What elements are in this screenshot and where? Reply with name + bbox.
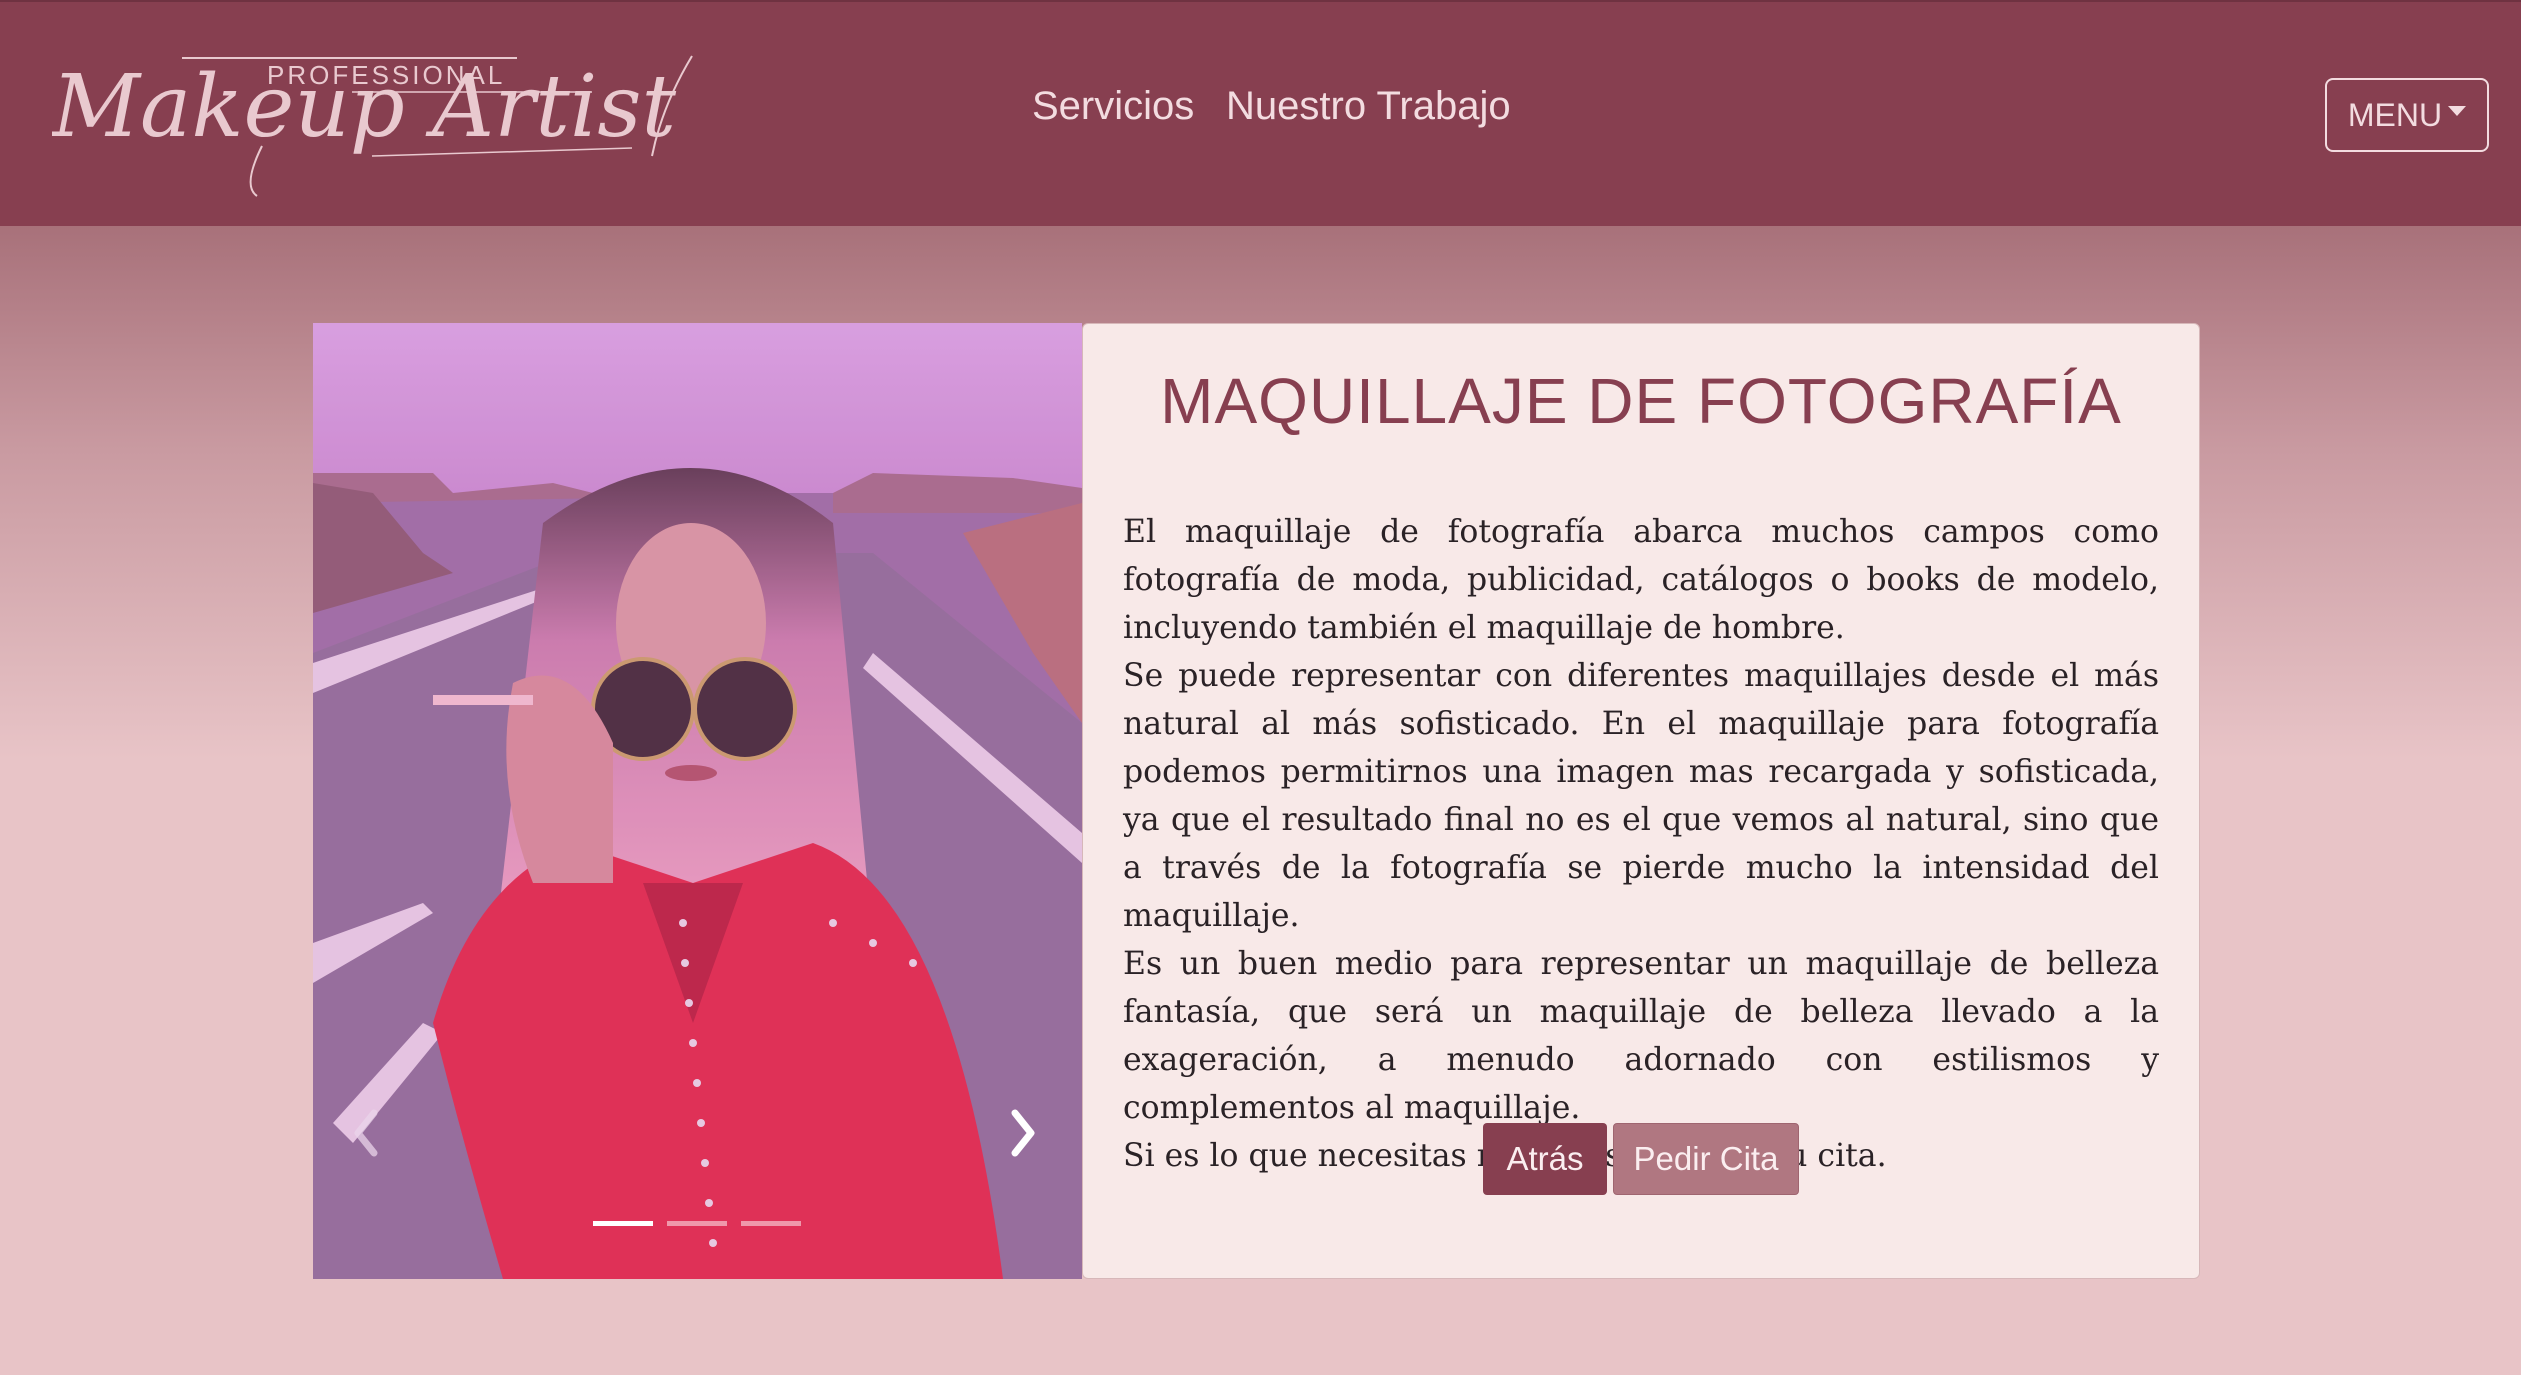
logo-script-text: Makeup Artist <box>52 57 677 157</box>
description-paragraph-3: Es un buen medio para representar un maq… <box>1123 946 2159 1126</box>
carousel-indicator-1[interactable] <box>593 1221 653 1226</box>
carousel-indicator-3[interactable] <box>741 1221 801 1226</box>
back-button[interactable]: Atrás <box>1483 1123 1607 1195</box>
image-carousel <box>313 323 1082 1279</box>
carousel-indicators <box>593 1221 801 1226</box>
top-navbar: PROFESSIONAL Makeup Artist Servicios Nue… <box>0 0 2521 226</box>
carousel-prev-button[interactable] <box>346 1103 386 1163</box>
menu-dropdown-button[interactable]: MENU <box>2325 78 2489 152</box>
carousel-next-button[interactable] <box>1003 1103 1043 1163</box>
nav-link-nuestro-trabajo[interactable]: Nuestro Trabajo <box>1226 84 1511 129</box>
menu-label: MENU <box>2347 96 2443 133</box>
carousel-indicator-2[interactable] <box>667 1221 727 1226</box>
description-paragraph-1: El maquillaje de fotografía abarca mucho… <box>1123 514 2159 646</box>
service-title: MAQUILLAJE DE FOTOGRAFÍA <box>1160 365 2122 437</box>
nav-link-servicios[interactable]: Servicios <box>1032 84 1194 129</box>
chevron-left-icon <box>354 1109 378 1157</box>
caret-down-icon <box>2448 106 2467 116</box>
service-description: El maquillaje de fotografía abarca mucho… <box>1123 508 2159 1180</box>
brand-logo[interactable]: PROFESSIONAL Makeup Artist <box>52 36 712 206</box>
card-actions: Atrás Pedir Cita <box>1083 1123 2199 1195</box>
chevron-right-icon <box>1011 1109 1035 1157</box>
description-paragraph-2: Se puede representar con diferentes maqu… <box>1123 658 2159 934</box>
service-card: MAQUILLAJE DE FOTOGRAFÍA El maquillaje d… <box>1082 323 2200 1279</box>
book-appointment-button[interactable]: Pedir Cita <box>1613 1123 1799 1195</box>
carousel-photo <box>313 323 1082 1279</box>
